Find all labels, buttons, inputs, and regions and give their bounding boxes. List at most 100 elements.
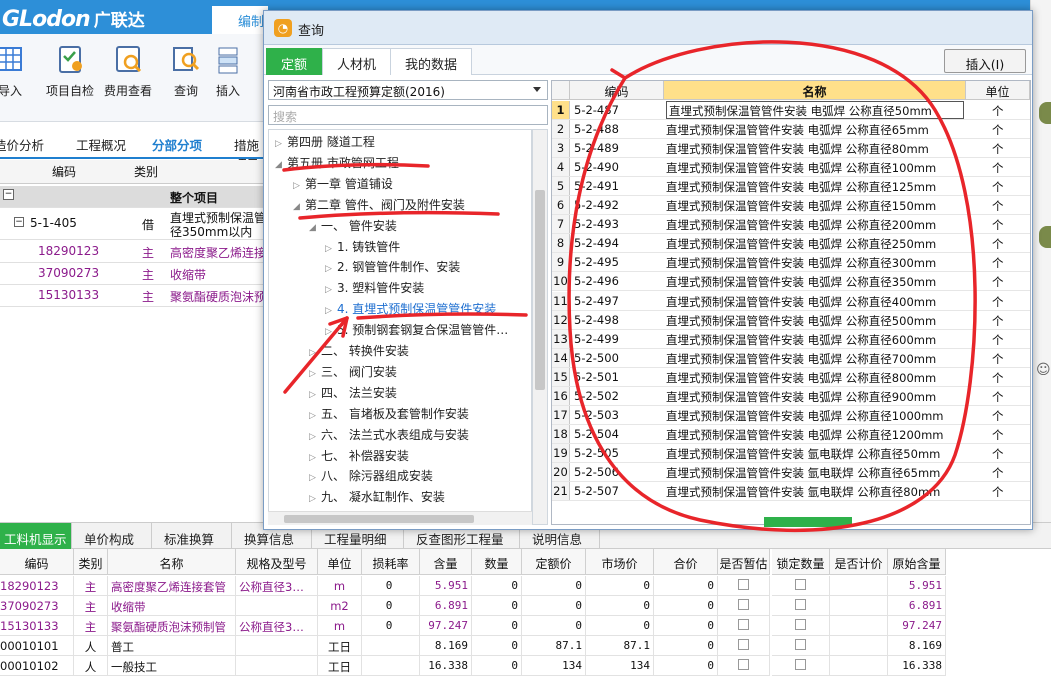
tab-standard-conversion[interactable]: 标准换算 <box>152 523 232 549</box>
query-button[interactable]: 查询 <box>166 42 206 118</box>
tree-node[interactable]: ◢ 第二章 管件、阀门及附件安装 <box>293 196 465 217</box>
table-row[interactable]: 37090273 主 收缩带 <box>0 263 270 285</box>
table-row[interactable]: 10 5-2-496 直埋式预制保温管管件安装 电弧焊 公称直径350mm 个 <box>552 272 1030 292</box>
tree-node[interactable]: ▷ 八、 除污器组成安装 <box>309 467 433 488</box>
table-row[interactable]: 9 5-2-495 直埋式预制保温管管件安装 电弧焊 公称直径300mm 个 <box>552 253 1030 273</box>
cost-view-button[interactable]: 费用查看 <box>100 42 156 118</box>
checkbox-icon[interactable] <box>738 599 749 610</box>
tree-node[interactable]: ▷ 第四册 隧道工程 <box>275 133 375 154</box>
search-input[interactable]: 搜索 <box>268 105 548 125</box>
tree-node[interactable]: ▷ 三、 阀门安装 <box>309 363 397 384</box>
collapsed-triangle-icon[interactable]: ▷ <box>325 264 337 274</box>
collapsed-triangle-icon[interactable]: ▷ <box>309 348 321 358</box>
tree-node[interactable]: ▷ 五、 盲堵板及套管制作安装 <box>309 405 469 426</box>
table-row[interactable]: 15130133 主 聚氨酯硬质泡沫预制 <box>0 285 270 307</box>
collapsed-triangle-icon[interactable]: ▷ <box>325 285 337 295</box>
tree-node[interactable]: ◢ 第五册 市政管网工程 <box>275 154 399 175</box>
expanded-triangle-icon[interactable]: ◢ <box>309 223 321 233</box>
table-row[interactable]: 19 5-2-505 直埋式预制保温管管件安装 氩电联焊 公称直径50mm 个 <box>552 443 1030 463</box>
tab-unit-price[interactable]: 单价构成 <box>72 523 152 549</box>
menu-tab-edit[interactable]: 编制 <box>212 6 268 34</box>
priced-cell[interactable] <box>830 596 888 616</box>
tree-node[interactable]: ▷ 七、 补偿器安装 <box>309 447 409 468</box>
provisional-checkbox[interactable] <box>718 656 770 676</box>
collapsed-triangle-icon[interactable]: ▷ <box>275 139 287 149</box>
table-row[interactable]: 16 5-2-502 直埋式预制保温管管件安装 电弧焊 公称直径900mm 个 <box>552 386 1030 406</box>
collapse-icon[interactable]: − <box>14 217 24 227</box>
priced-cell[interactable] <box>830 636 888 656</box>
avatar[interactable] <box>1039 102 1051 124</box>
provisional-checkbox[interactable] <box>718 576 770 596</box>
collapsed-triangle-icon[interactable]: ▷ <box>325 306 337 316</box>
quota-standard-select[interactable]: 河南省市政工程预算定额(2016) <box>268 80 548 100</box>
collapsed-triangle-icon[interactable]: ▷ <box>309 473 321 483</box>
table-row[interactable]: 13 5-2-499 直埋式预制保温管管件安装 电弧焊 公称直径600mm 个 <box>552 329 1030 349</box>
table-row[interactable]: − 整个项目 <box>0 186 270 208</box>
tree-node[interactable]: ▷ 六、 法兰式水表组成与安装 <box>309 426 469 447</box>
provisional-checkbox[interactable] <box>718 616 770 636</box>
tree-node[interactable]: ▷ 3. 塑料管件安装 <box>325 279 424 300</box>
lock-quantity-checkbox[interactable] <box>772 576 830 596</box>
dialog-titlebar[interactable]: ◔ 查询 <box>264 11 1032 45</box>
tab-project-overview[interactable]: 工程概况 <box>76 135 126 154</box>
checkbox-icon[interactable] <box>795 599 806 610</box>
checkbox-icon[interactable] <box>738 579 749 590</box>
table-row[interactable]: 12 5-2-498 直埋式预制保温管管件安装 电弧焊 公称直径500mm 个 <box>552 310 1030 330</box>
tree-node[interactable]: ▷ 四、 法兰安装 <box>309 384 397 405</box>
import-button[interactable]: 导入 <box>0 42 28 118</box>
collapsed-triangle-icon[interactable]: ▷ <box>309 432 321 442</box>
collapsed-triangle-icon[interactable]: ▷ <box>325 244 337 254</box>
table-row[interactable]: 4 5-2-490 直埋式预制保温管管件安装 电弧焊 公称直径100mm 个 <box>552 158 1030 178</box>
provisional-checkbox[interactable] <box>718 636 770 656</box>
lock-quantity-checkbox[interactable] <box>772 636 830 656</box>
tree-node[interactable]: ▷ 九、 凝水缸制作、安装 <box>309 488 445 509</box>
tree-vertical-scrollbar[interactable] <box>532 129 548 525</box>
collapsed-triangle-icon[interactable]: ▷ <box>309 390 321 400</box>
lock-quantity-checkbox[interactable] <box>772 596 830 616</box>
table-row[interactable]: 6 5-2-492 直埋式预制保温管管件安装 电弧焊 公称直径150mm 个 <box>552 196 1030 216</box>
smiley-icon[interactable]: ☺ <box>1036 362 1051 378</box>
table-row[interactable]: − 5-1-405 借 直埋式预制保温管管件安装 径350mm以内 <box>0 208 270 240</box>
tree-node[interactable]: ▷ 2. 钢管管件制作、安装 <box>325 258 460 279</box>
tree-node[interactable]: ▷ 二、 转换件安装 <box>309 342 409 363</box>
priced-cell[interactable] <box>830 576 888 596</box>
expanded-triangle-icon[interactable]: ◢ <box>275 160 287 170</box>
collapsed-triangle-icon[interactable]: ▷ <box>309 453 321 463</box>
priced-cell[interactable] <box>830 616 888 636</box>
table-row[interactable]: 21 5-2-507 直埋式预制保温管管件安装 氩电联焊 公称直径80mm 个 <box>552 482 1030 501</box>
table-row[interactable]: 8 5-2-494 直埋式预制保温管管件安装 电弧焊 公称直径250mm 个 <box>552 234 1030 254</box>
tab-my-data[interactable]: 我的数据 <box>390 48 473 75</box>
table-row[interactable]: 5 5-2-491 直埋式预制保温管管件安装 电弧焊 公称直径125mm 个 <box>552 177 1030 197</box>
collapsed-triangle-icon[interactable]: ▷ <box>309 369 321 379</box>
project-check-button[interactable]: 项目自检 <box>40 42 100 118</box>
tab-materials[interactable]: 工料机显示 <box>0 523 72 549</box>
tree-horizontal-scrollbar[interactable] <box>268 511 532 525</box>
tree-node[interactable]: ◢ 一、 管件安装 <box>309 217 397 238</box>
table-row[interactable]: 18290123 主 高密度聚乙烯连接套管 <box>0 241 270 263</box>
expanded-triangle-icon[interactable]: ◢ <box>293 202 305 212</box>
collapsed-triangle-icon[interactable]: ▷ <box>325 327 337 337</box>
lock-quantity-checkbox[interactable] <box>772 616 830 636</box>
table-row[interactable]: 20 5-2-506 直埋式预制保温管管件安装 氩电联焊 公称直径65mm 个 <box>552 462 1030 482</box>
collapsed-triangle-icon[interactable]: ▷ <box>309 494 321 504</box>
table-row[interactable]: 2 5-2-488 直埋式预制保温管管件安装 电弧焊 公称直径65mm 个 <box>552 120 1030 140</box>
scroll-thumb[interactable] <box>284 515 474 523</box>
tree-node[interactable]: ▷ 1. 铸铁管件 <box>325 238 400 259</box>
table-row[interactable]: 1 5-2-487 直埋式预制保温管管件安装 电弧焊 公称直径50mm 个 <box>552 101 1030 120</box>
insert-ribbon-button[interactable]: 插入 <box>210 42 246 118</box>
checkbox-icon[interactable] <box>738 639 749 650</box>
priced-cell[interactable] <box>830 656 888 676</box>
tab-cost-analysis[interactable]: 造价分析 <box>0 135 44 154</box>
provisional-checkbox[interactable] <box>718 596 770 616</box>
scroll-thumb[interactable] <box>535 190 545 390</box>
tree-node[interactable]: ▷ 5. 预制钢套钢复合保温管管件… <box>325 321 508 342</box>
avatar[interactable] <box>1039 226 1051 248</box>
checkbox-icon[interactable] <box>795 639 806 650</box>
checkbox-icon[interactable] <box>795 579 806 590</box>
checkbox-icon[interactable] <box>795 619 806 630</box>
insert-button[interactable]: 插入(I) <box>944 49 1026 73</box>
tree-node[interactable]: ▷ 4. 直埋式预制保温管管件安装 <box>325 300 496 321</box>
tab-labor-material[interactable]: 人材机 <box>322 48 392 75</box>
table-row[interactable]: 3 5-2-489 直埋式预制保温管管件安装 电弧焊 公称直径80mm 个 <box>552 139 1030 159</box>
table-row[interactable]: 7 5-2-493 直埋式预制保温管管件安装 电弧焊 公称直径200mm 个 <box>552 215 1030 235</box>
